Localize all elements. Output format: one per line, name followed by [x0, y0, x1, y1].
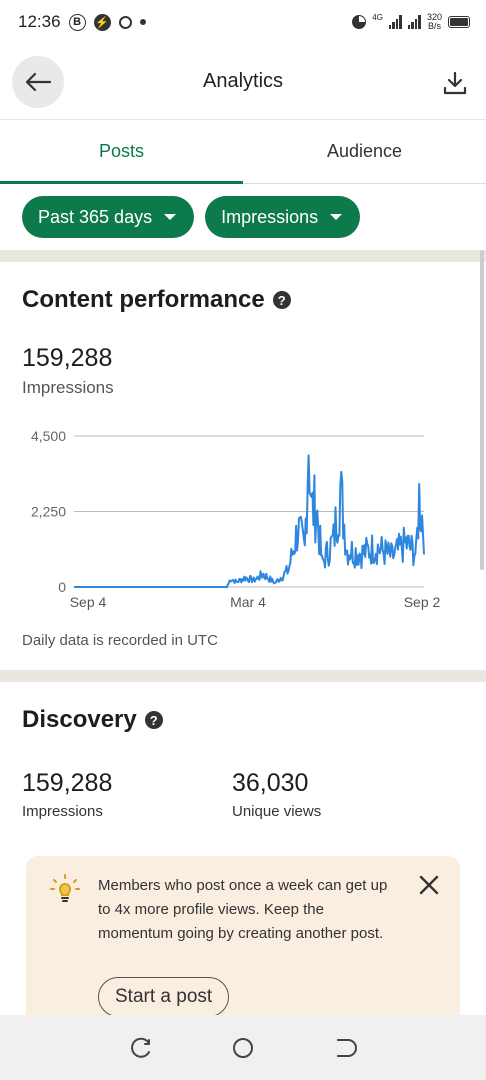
network-type: 4G [372, 13, 383, 22]
question-circle-icon[interactable]: ? [144, 711, 163, 729]
period-filter-label: Past 365 days [38, 206, 153, 227]
total-impressions-label: Impressions [22, 378, 114, 397]
impressions-line-chart: 0 2,250 4,500 Sep 4 Mar 4 Sep 2 [31, 428, 441, 610]
messenger-icon: ⚡ [93, 13, 111, 31]
section-divider [0, 670, 486, 682]
caret-down-icon [164, 214, 177, 220]
period-filter-button[interactable]: Past 365 days [22, 196, 195, 238]
arrow-left-icon [25, 72, 52, 92]
discovery-impressions-value: 159,288 [22, 769, 113, 797]
discovery-title: Discovery [22, 706, 137, 733]
app-bar: Analytics [0, 44, 486, 120]
impressions-series-line [74, 454, 425, 588]
battery-icon [448, 16, 470, 28]
filter-bar: Past 365 days Impressions [22, 196, 361, 238]
x-tick-label: Sep 4 [70, 594, 107, 610]
b-badge-icon: B [68, 13, 86, 31]
download-button[interactable] [442, 70, 468, 96]
back-button[interactable] [12, 56, 64, 108]
x-tick-label: Mar 4 [230, 594, 266, 610]
scrollbar-thumb[interactable] [480, 250, 484, 570]
page-title: Analytics [202, 70, 284, 92]
download-icon [443, 71, 467, 95]
close-icon[interactable] [418, 874, 440, 896]
y-tick-label: 2,250 [31, 504, 66, 520]
y-tick-label: 0 [58, 579, 66, 595]
data-saver-icon [352, 15, 367, 29]
home-icon[interactable] [230, 1035, 256, 1061]
system-nav-bar [0, 1015, 486, 1080]
y-tick-label: 4,500 [31, 428, 66, 444]
tip-text: Members who post once a week can get up … [98, 877, 388, 942]
more-notifications-dot-icon [139, 19, 146, 25]
discovery-heading: Discovery ? [22, 706, 163, 734]
tip-card: Members who post once a week can get up … [26, 856, 460, 1026]
total-impressions-value: 159,288 [22, 344, 113, 372]
utc-note: Daily data is recorded in UTC [22, 632, 218, 649]
caret-down-icon [330, 214, 343, 220]
question-circle-icon[interactable]: ? [272, 291, 291, 309]
status-left: 12:36 B ⚡ [18, 12, 146, 32]
content-performance-heading: Content performance ? [22, 286, 291, 314]
network-speed: 320 B/s [427, 13, 442, 31]
ring-notification-icon [118, 15, 132, 29]
back-nav-icon[interactable] [332, 1035, 358, 1061]
unique-views-value: 36,030 [232, 769, 309, 797]
signal-1-icon [388, 15, 402, 29]
tab-bar: Posts Audience [0, 120, 486, 184]
lightbulb-icon [50, 874, 80, 902]
metric-filter-button[interactable]: Impressions [205, 196, 361, 238]
start-post-button[interactable]: Start a post [98, 977, 230, 1017]
status-right: 4G 320 B/s [352, 13, 470, 31]
status-bar: 12:36 B ⚡ 4G 320 B/s [0, 0, 486, 44]
tab-audience[interactable]: Audience [243, 120, 486, 183]
section-divider [0, 250, 486, 262]
metric-filter-label: Impressions [221, 206, 319, 227]
signal-2-icon [407, 15, 421, 29]
status-time: 12:36 [18, 12, 61, 31]
recents-icon[interactable] [128, 1035, 154, 1061]
x-tick-label: Sep 2 [404, 594, 441, 610]
discovery-impressions-label: Impressions [22, 803, 103, 820]
content-performance-title: Content performance [22, 286, 265, 313]
tab-posts[interactable]: Posts [0, 120, 243, 184]
unique-views-label: Unique views [232, 803, 322, 820]
network-speed-unit: B/s [427, 21, 441, 31]
